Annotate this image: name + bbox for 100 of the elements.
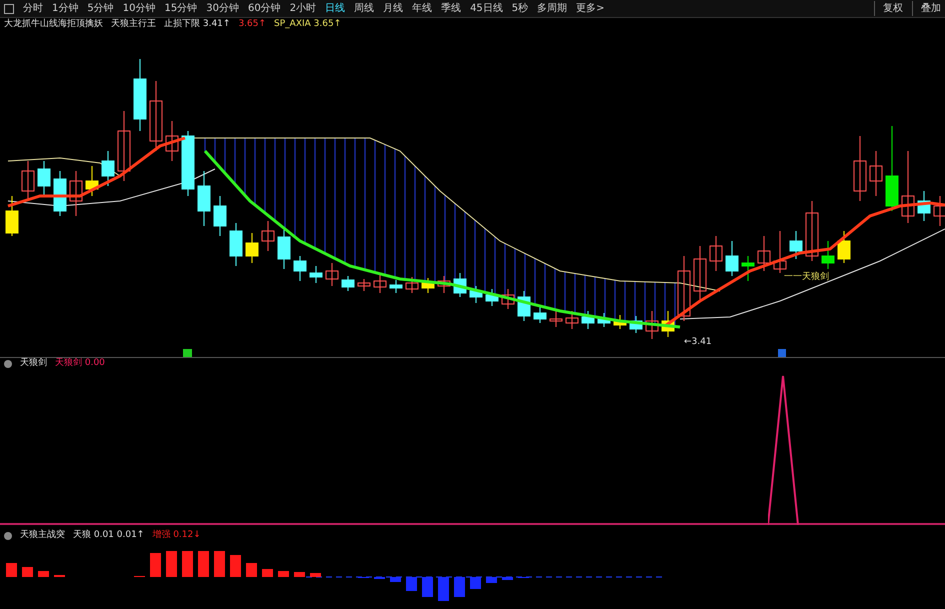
period-tab[interactable]: 日线 — [325, 1, 346, 16]
candlestick — [758, 236, 770, 272]
candlestick — [790, 230, 802, 260]
histogram-bar — [150, 553, 161, 577]
hatch-line — [654, 282, 656, 324]
period-tab[interactable]: 多周期 — [537, 1, 568, 16]
candlestick — [598, 312, 610, 328]
candlestick — [710, 236, 722, 272]
histogram-bar — [214, 551, 225, 577]
period-tab[interactable]: 60分钟 — [248, 1, 281, 16]
legend-label: 天狼主行王 — [111, 18, 156, 31]
period-tab[interactable]: 15分钟 — [164, 1, 198, 16]
hatch-line — [474, 220, 476, 290]
hatch-line — [674, 282, 676, 326]
legend-label: 3.65↑ — [238, 18, 266, 31]
panel-toggle-icon[interactable] — [4, 360, 12, 368]
histogram-bar — [6, 563, 17, 577]
candlestick — [806, 200, 818, 262]
histogram-bar — [294, 572, 305, 577]
candlestick — [422, 278, 434, 294]
hatch-line — [584, 275, 586, 316]
candlestick — [454, 272, 466, 298]
period-tab[interactable]: 更多> — [576, 1, 605, 16]
candlestick — [470, 286, 482, 304]
candlestick — [550, 310, 562, 328]
period-tab[interactable]: 45日线 — [470, 1, 503, 16]
histogram-bar — [502, 577, 513, 580]
hatch-line — [494, 236, 496, 295]
legend-label: 天狼剑 — [20, 357, 47, 370]
price-annotation: ←3.41 — [684, 336, 712, 349]
histogram-bar — [422, 577, 433, 597]
period-tab[interactable]: 5秒 — [512, 1, 528, 16]
candlestick — [262, 220, 274, 252]
period-tab[interactable]: 30分钟 — [206, 1, 239, 16]
candlestick — [294, 256, 306, 282]
candlestick — [582, 310, 594, 330]
histogram-bar — [198, 551, 209, 577]
period-tab[interactable]: 1分钟 — [52, 1, 78, 16]
candlestick — [102, 150, 114, 186]
toolbar-button[interactable]: 叠加 — [912, 1, 941, 16]
candlestick — [310, 266, 322, 284]
candlestick — [646, 310, 658, 340]
hatch-line — [534, 258, 536, 305]
histogram-bar — [230, 555, 241, 577]
hatch-line — [624, 281, 626, 322]
candlestick — [6, 196, 18, 236]
candlestick — [918, 190, 930, 222]
period-tab[interactable]: 周线 — [354, 1, 374, 16]
histogram-bar — [390, 577, 401, 582]
candlestick — [22, 160, 34, 202]
period-tab[interactable]: 分时 — [23, 1, 43, 16]
candlestick — [838, 230, 850, 264]
candlestick — [326, 262, 338, 286]
candlestick — [198, 170, 210, 226]
hatch-line — [634, 282, 636, 322]
candlestick — [678, 256, 690, 322]
hatch-line — [214, 138, 216, 162]
candlestick — [118, 110, 130, 182]
period-tab[interactable]: 5分钟 — [87, 1, 114, 16]
legend-label: 天狼剑 0.00 — [55, 357, 105, 370]
candlestick — [534, 306, 546, 324]
hatch-line — [244, 138, 246, 196]
period-tab[interactable]: 月线 — [383, 1, 404, 16]
candlestick — [694, 246, 706, 302]
period-tab[interactable]: 年线 — [412, 1, 432, 16]
hatch-line — [514, 248, 516, 300]
window-icon[interactable] — [4, 4, 14, 14]
candlestick — [182, 130, 194, 196]
candlestick — [774, 230, 786, 274]
hatch-line — [204, 138, 206, 151]
histogram-bar — [454, 577, 465, 597]
candlestick — [150, 80, 162, 152]
histogram-bar — [278, 571, 289, 577]
histogram-bar — [486, 577, 497, 583]
toolbar-button[interactable]: 复权 — [874, 1, 903, 16]
candlestick — [662, 310, 674, 338]
histogram-bar — [438, 577, 449, 601]
histogram-bar — [406, 577, 417, 591]
period-tab[interactable]: 季线 — [441, 1, 462, 16]
hatch-line — [574, 274, 576, 314]
candlestick — [486, 288, 498, 306]
panel-toggle-icon[interactable] — [4, 532, 12, 540]
candlestick — [438, 276, 450, 294]
candlestick — [70, 170, 82, 216]
candlestick — [854, 136, 866, 202]
histogram-bar — [22, 567, 33, 577]
period-tab[interactable]: 10分钟 — [122, 1, 156, 16]
histogram-bar — [470, 577, 481, 589]
candlestick — [406, 276, 418, 294]
candlestick — [822, 240, 834, 270]
candlestick — [742, 256, 754, 282]
legend-label: 大龙抓牛山线海拒顶擒妖 — [4, 18, 103, 31]
hatch-line — [504, 244, 506, 298]
hatch-line — [484, 228, 486, 292]
candlestick — [54, 170, 66, 216]
candlestick — [374, 274, 386, 294]
candlestick — [566, 310, 578, 330]
hatch-line — [604, 278, 606, 318]
period-tab[interactable]: 2小时 — [290, 1, 316, 16]
hatch-line — [564, 272, 566, 312]
